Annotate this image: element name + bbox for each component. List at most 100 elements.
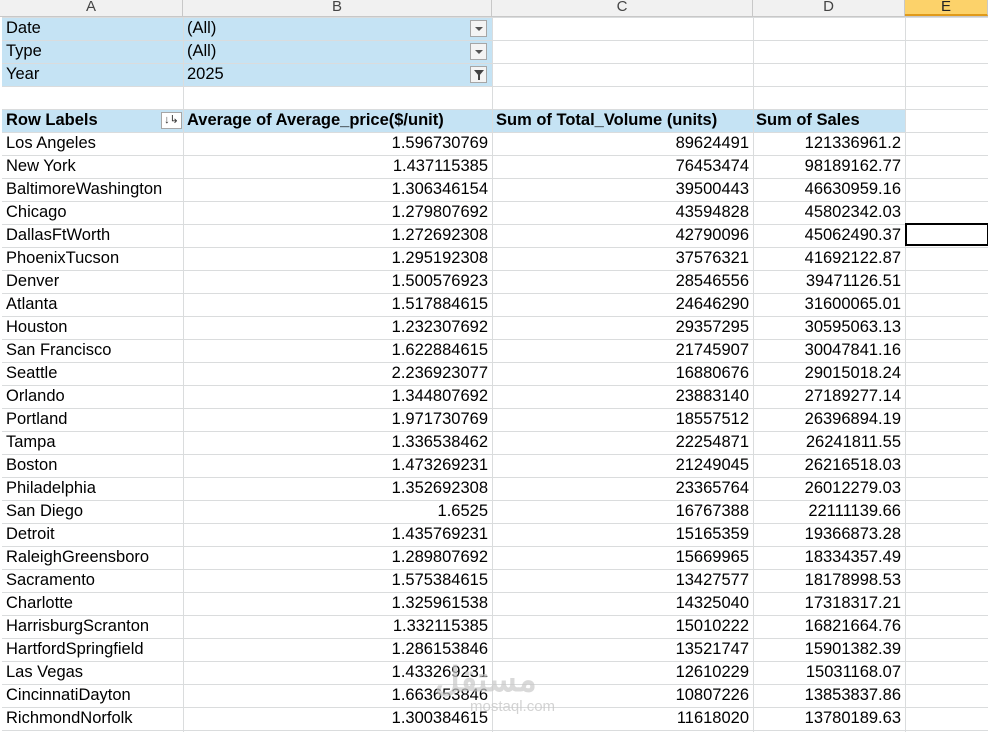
total-volume-value[interactable]: 42790096 [494,224,749,247]
row-label[interactable]: RaleighGreensboro [6,546,181,569]
sum-of-sales-value[interactable]: 13853837.86 [755,684,901,707]
sum-of-sales-value[interactable]: 17318317.21 [755,592,901,615]
sum-of-sales-value[interactable]: 45802342.03 [755,201,901,224]
row-label[interactable]: BaltimoreWashington [6,178,181,201]
row-label[interactable]: San Diego [6,500,181,523]
row-label[interactable]: Portland [6,408,181,431]
total-volume-value[interactable]: 28546556 [494,270,749,293]
average-price-value[interactable]: 1.300384615 [185,707,488,730]
row-label[interactable]: Philadelphia [6,477,181,500]
row-label[interactable]: HartfordSpringfield [6,638,181,661]
total-volume-value[interactable]: 16880676 [494,362,749,385]
sum-of-sales-value[interactable]: 98189162.77 [755,155,901,178]
filter-value[interactable]: (All) [187,40,457,63]
average-price-value[interactable]: 1.232307692 [185,316,488,339]
total-volume-value[interactable]: 15010222 [494,615,749,638]
row-label[interactable]: Houston [6,316,181,339]
pivot-header-row-labels[interactable]: Row Labels [6,109,156,132]
average-price-value[interactable]: 1.344807692 [185,385,488,408]
sum-of-sales-value[interactable]: 29015018.24 [755,362,901,385]
average-price-value[interactable]: 1.306346154 [185,178,488,201]
row-label[interactable]: Chicago [6,201,181,224]
row-label[interactable]: Detroit [6,523,181,546]
sum-of-sales-value[interactable]: 26012279.03 [755,477,901,500]
total-volume-value[interactable]: 16767388 [494,500,749,523]
total-volume-value[interactable]: 13521747 [494,638,749,661]
row-label[interactable]: Charlotte [6,592,181,615]
row-labels-sort-button[interactable]: ↓↳ [161,112,182,129]
row-label[interactable]: Sacramento [6,569,181,592]
pivot-header-average-price[interactable]: Average of Average_price($/unit) [187,109,490,132]
average-price-value[interactable]: 1.295192308 [185,247,488,270]
row-label[interactable]: RichmondNorfolk [6,707,181,730]
average-price-value[interactable]: 1.596730769 [185,132,488,155]
sum-of-sales-value[interactable]: 41692122.87 [755,247,901,270]
average-price-value[interactable]: 2.236923077 [185,362,488,385]
average-price-value[interactable]: 1.6525 [185,500,488,523]
column-header-a[interactable]: A [0,0,183,16]
row-label[interactable]: HarrisburgScranton [6,615,181,638]
average-price-value[interactable]: 1.272692308 [185,224,488,247]
total-volume-value[interactable]: 22254871 [494,431,749,454]
sum-of-sales-value[interactable]: 22111139.66 [755,500,901,523]
average-price-value[interactable]: 1.500576923 [185,270,488,293]
average-price-value[interactable]: 1.286153846 [185,638,488,661]
average-price-value[interactable]: 1.473269231 [185,454,488,477]
sum-of-sales-value[interactable]: 27189277.14 [755,385,901,408]
column-header-c[interactable]: C [492,0,753,16]
chevron-down-icon[interactable] [470,43,487,60]
filter-value[interactable]: 2025 [187,63,457,86]
sum-of-sales-value[interactable]: 19366873.28 [755,523,901,546]
total-volume-value[interactable]: 76453474 [494,155,749,178]
sum-of-sales-value[interactable]: 30047841.16 [755,339,901,362]
sum-of-sales-value[interactable]: 46630959.16 [755,178,901,201]
row-label[interactable]: New York [6,155,181,178]
total-volume-value[interactable]: 23365764 [494,477,749,500]
chevron-down-icon[interactable] [470,20,487,37]
average-price-value[interactable]: 1.332115385 [185,615,488,638]
row-label[interactable]: Seattle [6,362,181,385]
average-price-value[interactable]: 1.336538462 [185,431,488,454]
column-header-e[interactable]: E [905,0,988,16]
total-volume-value[interactable]: 24646290 [494,293,749,316]
row-label[interactable]: Boston [6,454,181,477]
sum-of-sales-value[interactable]: 30595063.13 [755,316,901,339]
column-header-d[interactable]: D [753,0,905,16]
row-label[interactable]: CincinnatiDayton [6,684,181,707]
sum-of-sales-value[interactable]: 31600065.01 [755,293,901,316]
sum-of-sales-value[interactable]: 18334357.49 [755,546,901,569]
sum-of-sales-value[interactable]: 13780189.63 [755,707,901,730]
row-label[interactable]: Denver [6,270,181,293]
row-label[interactable]: San Francisco [6,339,181,362]
average-price-value[interactable]: 1.325961538 [185,592,488,615]
sum-of-sales-value[interactable]: 15031168.07 [755,661,901,684]
sum-of-sales-value[interactable]: 18178998.53 [755,569,901,592]
sum-of-sales-value[interactable]: 15901382.39 [755,638,901,661]
sum-of-sales-value[interactable]: 121336961.2 [755,132,901,155]
average-price-value[interactable]: 1.435769231 [185,523,488,546]
total-volume-value[interactable]: 21249045 [494,454,749,477]
filter-value[interactable]: (All) [187,17,457,40]
total-volume-value[interactable]: 15669965 [494,546,749,569]
total-volume-value[interactable]: 14325040 [494,592,749,615]
total-volume-value[interactable]: 37576321 [494,247,749,270]
average-price-value[interactable]: 1.517884615 [185,293,488,316]
sum-of-sales-value[interactable]: 26241811.55 [755,431,901,454]
filter-applied-button[interactable] [470,66,487,83]
total-volume-value[interactable]: 23883140 [494,385,749,408]
average-price-value[interactable]: 1.971730769 [185,408,488,431]
row-label[interactable]: Los Angeles [6,132,181,155]
row-label[interactable]: Atlanta [6,293,181,316]
row-label[interactable]: PhoenixTucson [6,247,181,270]
sum-of-sales-value[interactable]: 16821664.76 [755,615,901,638]
total-volume-value[interactable]: 21745907 [494,339,749,362]
average-price-value[interactable]: 1.352692308 [185,477,488,500]
column-header-b[interactable]: B [183,0,492,16]
total-volume-value[interactable]: 13427577 [494,569,749,592]
pivot-header-total-volume[interactable]: Sum of Total_Volume (units) [496,109,751,132]
average-price-value[interactable]: 1.279807692 [185,201,488,224]
row-label[interactable]: Orlando [6,385,181,408]
total-volume-value[interactable]: 89624491 [494,132,749,155]
sum-of-sales-value[interactable]: 39471126.51 [755,270,901,293]
average-price-value[interactable]: 1.437115385 [185,155,488,178]
